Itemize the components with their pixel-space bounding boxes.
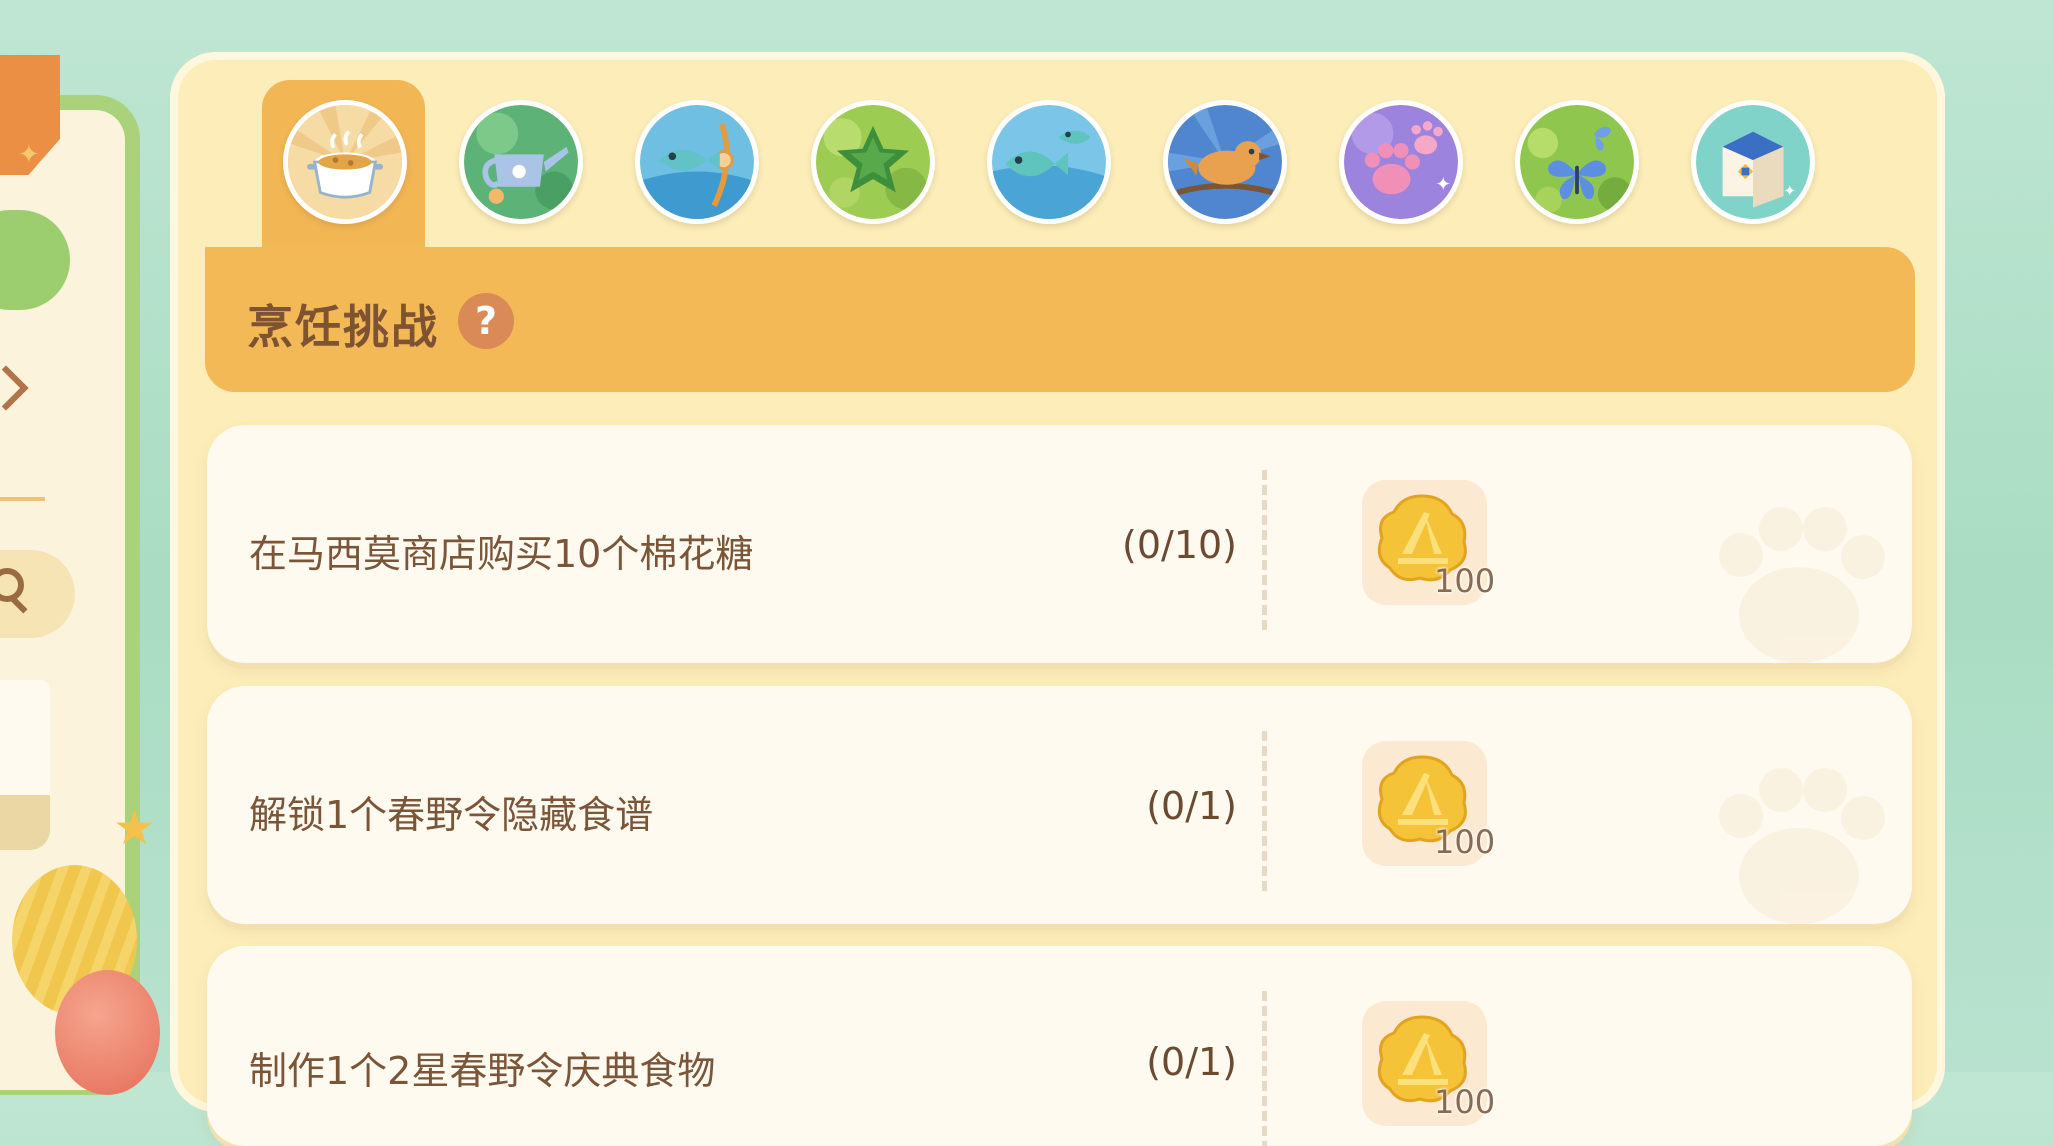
tab-fishing[interactable] [635,100,759,224]
left-divider [0,497,45,501]
task-card: 在马西莫商店购买10个棉花糖 (0/10) 100 [207,425,1912,663]
tab-insects[interactable] [1515,100,1639,224]
tab-home[interactable]: ✦ [1691,100,1815,224]
bird-icon [1168,105,1282,219]
fish-icon [992,105,1106,219]
task-divider [1262,731,1267,891]
tab-bird-watching[interactable] [1163,100,1287,224]
svg-text:✦: ✦ [1435,174,1451,196]
task-description: 在马西莫商店购买10个棉花糖 [249,532,754,576]
reward-count: 100 [1434,562,1496,600]
tab-pets[interactable]: ✦ [1339,100,1463,224]
star-gathering-icon [816,105,930,219]
cooking-pot-icon [288,105,402,219]
left-card[interactable] [0,680,50,795]
page-title: 烹饪挑战 [247,300,439,354]
task-divider [1262,470,1267,630]
task-description: 解锁1个春野令隐藏食谱 [249,793,654,837]
paw-watermark-icon [1719,507,1885,663]
paw-icon: ✦ [1344,105,1458,219]
reward-item[interactable]: 100 [1362,1001,1495,1126]
tab-fish-collection[interactable] [987,100,1111,224]
box-icon: ✦ [1696,105,1810,219]
watering-can-icon [464,105,578,219]
task-card: 制作1个2星春野令庆典食物 (0/1) 100 [207,946,1912,1146]
tab-gathering[interactable] [811,100,935,224]
svg-text:✦: ✦ [1783,182,1796,200]
red-balloon-decoration [55,970,160,1095]
task-divider [1262,991,1267,1146]
task-progress: (0/1) [1146,1040,1237,1084]
left-card-footer [0,795,50,850]
task-progress: (0/1) [1146,784,1237,828]
ribbon-star-icon: ✦ [18,140,40,170]
task-card: 解锁1个春野令隐藏食谱 (0/1) 100 [207,686,1912,924]
paw-watermark-icon [1719,768,1885,924]
task-description: 制作1个2星春野令庆典食物 [249,1049,716,1093]
reward-item[interactable]: 100 [1362,741,1495,866]
reward-count: 100 [1434,1083,1496,1121]
tab-cooking[interactable] [283,100,407,224]
tab-gardening[interactable] [459,100,583,224]
fishing-icon [640,105,754,219]
butterfly-icon [1520,105,1634,219]
task-progress: (0/10) [1122,523,1237,567]
star-icon: ★ [113,800,157,856]
help-icon[interactable]: ? [458,293,514,349]
reward-count: 100 [1434,823,1496,861]
reward-item[interactable]: 100 [1362,480,1495,605]
